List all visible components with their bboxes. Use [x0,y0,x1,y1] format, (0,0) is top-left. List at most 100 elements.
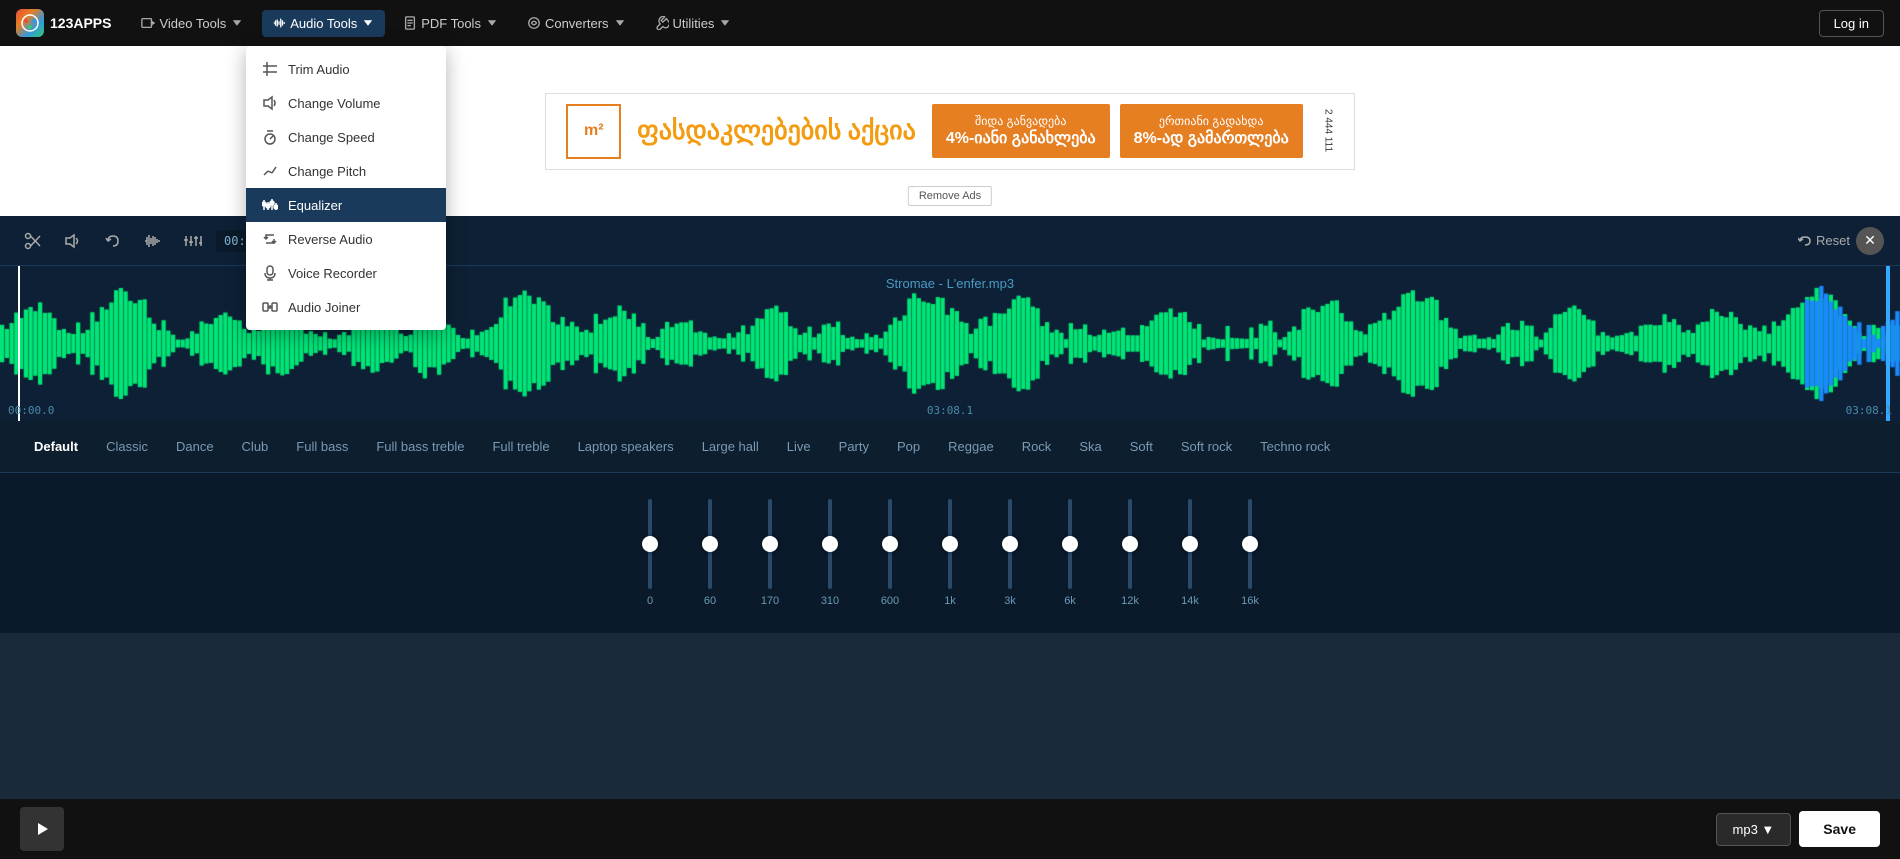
eq-tab-club[interactable]: Club [228,431,283,462]
dropdown-trim-audio-label: Trim Audio [288,62,350,77]
scissors-tool-button[interactable] [16,224,50,258]
waveform-time-mid: 03:08.1 [927,404,973,417]
slider-track-14k[interactable] [1188,499,1192,589]
ad-badge-1: შიდა განვადება4%-იანი განახლება [932,104,1110,158]
nav-converters-label: Converters [545,16,609,31]
eq-tab-soft-rock[interactable]: Soft rock [1167,431,1246,462]
save-button[interactable]: Save [1799,811,1880,847]
slider-track-600[interactable] [888,499,892,589]
dropdown-voice-recorder-label: Voice Recorder [288,266,377,281]
slider-thumb-1k[interactable] [942,536,958,552]
nav-video-tools[interactable]: Video Tools [131,10,254,37]
slider-thumb-14k[interactable] [1182,536,1198,552]
dropdown-change-volume[interactable]: Change Volume [246,86,446,120]
slider-track-6k[interactable] [1068,499,1072,589]
slider-track-1k[interactable] [948,499,952,589]
dropdown-voice-recorder[interactable]: Voice Recorder [246,256,446,290]
dropdown-change-speed[interactable]: Change Speed [246,120,446,154]
dropdown-audio-joiner[interactable]: Audio Joiner [246,290,446,324]
close-button[interactable]: ✕ [1856,227,1884,255]
undo-tool-button[interactable] [96,224,130,258]
slider-label-14k: 14k [1181,595,1199,607]
nav-audio-tools[interactable]: Audio Tools [262,10,385,37]
eq-slider-6k: 6k [1040,499,1100,607]
slider-track-12k[interactable] [1128,499,1132,589]
eq-tab-reggae[interactable]: Reggae [934,431,1008,462]
slider-label-12k: 12k [1121,595,1139,607]
dropdown-reverse-audio[interactable]: Reverse Audio [246,222,446,256]
slider-track-16k[interactable] [1248,499,1252,589]
ad-text: ფასდაკლებების აქცია [637,116,916,146]
play-button[interactable] [20,807,64,851]
slider-label-310: 310 [821,595,839,607]
app-logo[interactable]: 123APPS [16,9,111,37]
eq-tab-full-bass-treble[interactable]: Full bass treble [362,431,478,462]
nav-utilities[interactable]: Utilities [645,10,743,37]
nav-pdf-tools[interactable]: PDF Tools [393,10,509,37]
reset-label: Reset [1816,233,1850,248]
ad-side-text: 2 444 111 [1323,109,1334,152]
login-button[interactable]: Log in [1819,10,1884,37]
eq-slider-60: 60 [680,499,740,607]
logo-icon [16,9,44,37]
eq-tab-live[interactable]: Live [773,431,825,462]
waveform-tool-button[interactable] [136,224,170,258]
slider-label-16k: 16k [1241,595,1259,607]
slider-thumb-0[interactable] [642,536,658,552]
nav-pdf-tools-label: PDF Tools [421,16,481,31]
slider-label-170: 170 [761,595,779,607]
eq-tab-rock[interactable]: Rock [1008,431,1066,462]
slider-label-6k: 6k [1064,595,1076,607]
eq-tab-ska[interactable]: Ska [1065,431,1115,462]
eq-slider-1k: 1k [920,499,980,607]
eq-slider-3k: 3k [980,499,1040,607]
eq-sliders-area: 0 60 170 310 [0,473,1900,633]
slider-track-3k[interactable] [1008,499,1012,589]
nav-utilities-label: Utilities [673,16,715,31]
volume-tool-button[interactable] [56,224,90,258]
dropdown-trim-audio[interactable]: Trim Audio [246,52,446,86]
eq-tab-large-hall[interactable]: Large hall [688,431,773,462]
slider-thumb-3k[interactable] [1002,536,1018,552]
nav-audio-tools-label: Audio Tools [290,16,357,31]
navbar: 123APPS Video Tools Audio Tools [0,0,1900,46]
eq-slider-12k: 12k [1100,499,1160,607]
eq-tab-laptop-speakers[interactable]: Laptop speakers [564,431,688,462]
slider-track-170[interactable] [768,499,772,589]
dropdown-equalizer-label: Equalizer [288,198,342,213]
slider-thumb-6k[interactable] [1062,536,1078,552]
reset-button[interactable]: Reset [1798,233,1850,248]
dropdown-change-pitch[interactable]: Change Pitch [246,154,446,188]
eq-tab-default[interactable]: Default [20,431,92,462]
slider-track-60[interactable] [708,499,712,589]
eq-tab-techno-rock[interactable]: Techno rock [1246,431,1344,462]
dropdown-reverse-audio-label: Reverse Audio [288,232,373,247]
slider-thumb-600[interactable] [882,536,898,552]
eq-tab-dance[interactable]: Dance [162,431,228,462]
eq-tab-soft[interactable]: Soft [1116,431,1167,462]
eq-tab-classic[interactable]: Classic [92,431,162,462]
eq-slider-16k: 16k [1220,499,1280,607]
eq-tabs: Default Classic Dance Club Full bass Ful… [0,421,1900,473]
format-selector-button[interactable]: mp3 ▼ [1716,813,1792,846]
dropdown-audio-joiner-label: Audio Joiner [288,300,360,315]
dropdown-equalizer[interactable]: Equalizer [246,188,446,222]
equalizer-tool-button[interactable] [176,224,210,258]
slider-thumb-170[interactable] [762,536,778,552]
slider-track-310[interactable] [828,499,832,589]
waveform-time-end: 03:08.1 [1846,404,1892,417]
slider-thumb-310[interactable] [822,536,838,552]
ad-badges: შიდა განვადება4%-იანი განახლება ერთიანი … [932,104,1303,158]
eq-slider-0: 0 [620,499,680,607]
eq-tab-party[interactable]: Party [825,431,883,462]
eq-tab-full-treble[interactable]: Full treble [478,431,563,462]
slider-thumb-16k[interactable] [1242,536,1258,552]
slider-track-0[interactable] [648,499,652,589]
eq-tab-full-bass[interactable]: Full bass [282,431,362,462]
eq-slider-310: 310 [800,499,860,607]
nav-converters[interactable]: Converters [517,10,637,37]
slider-thumb-60[interactable] [702,536,718,552]
slider-thumb-12k[interactable] [1122,536,1138,552]
remove-ads-button[interactable]: Remove Ads [908,186,992,206]
eq-tab-pop[interactable]: Pop [883,431,934,462]
